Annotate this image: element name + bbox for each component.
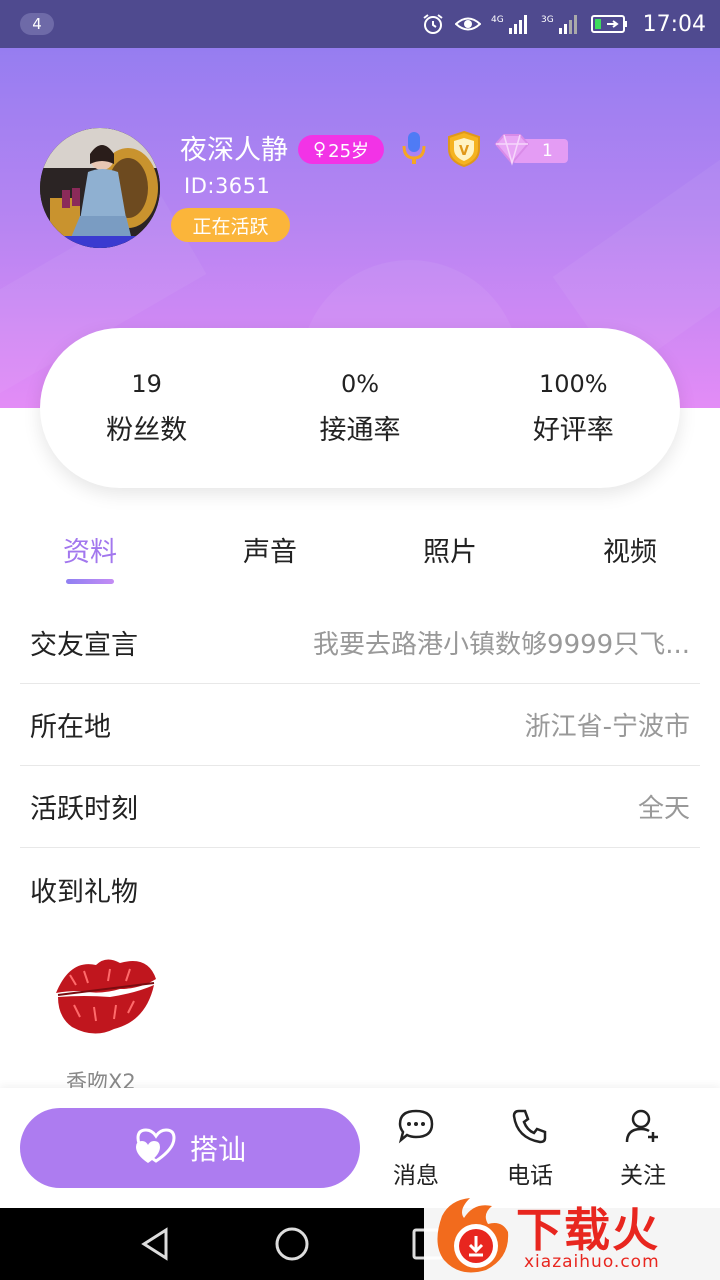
- active-status-badge: 正在活跃: [171, 208, 290, 242]
- follow-button[interactable]: 关注: [598, 1108, 688, 1192]
- signal-3g-icon: 3G: [541, 12, 581, 36]
- diamond-icon: [492, 132, 532, 170]
- info-row-location: 所在地 浙江省-宁波市: [20, 684, 700, 766]
- gender-age-badge: ♀ 25岁: [298, 135, 384, 164]
- microphone-icon: [400, 130, 428, 170]
- info-row-active-time: 活跃时刻 全天: [20, 766, 700, 848]
- home-icon[interactable]: [274, 1226, 310, 1266]
- tab-label: 资料: [63, 537, 117, 568]
- info-value: 浙江省-宁波市: [524, 712, 690, 742]
- tab-label: 声音: [243, 537, 297, 568]
- message-icon: [397, 1108, 435, 1148]
- stat-label: 好评率: [532, 414, 614, 446]
- stat-value: 19: [131, 369, 162, 398]
- chat-up-label: 搭讪: [189, 1133, 246, 1166]
- diamond-level-number: 1: [542, 141, 553, 161]
- status-time: 17:04: [642, 11, 706, 37]
- action-label: 关注: [620, 1163, 666, 1189]
- stat-value: 100%: [539, 369, 608, 398]
- notification-count-badge: 4: [20, 13, 54, 35]
- tab-photos[interactable]: 照片: [360, 530, 540, 590]
- info-label: 交友宣言: [30, 630, 138, 661]
- action-label: 电话: [507, 1163, 553, 1189]
- info-value: 全天: [637, 794, 690, 824]
- info-label: 所在地: [30, 712, 111, 743]
- female-icon: ♀: [312, 139, 327, 160]
- back-icon[interactable]: [138, 1226, 174, 1266]
- vip-shield-icon: V: [446, 130, 482, 172]
- watermark-title: 下载火: [516, 1203, 660, 1257]
- active-tab-indicator: [66, 579, 114, 584]
- gifts-title: 收到礼物: [30, 877, 138, 908]
- svg-text:V: V: [459, 144, 469, 159]
- stat-value: 0%: [340, 369, 380, 398]
- watermark-url: xiazaihuo.com: [524, 1252, 660, 1272]
- tab-label: 照片: [423, 537, 477, 568]
- kiss-lips-icon: [50, 959, 160, 1049]
- battery-icon: [590, 13, 629, 35]
- info-value: 我要去路港小镇数够9999只飞...: [313, 630, 690, 660]
- watermark: 下载火 xiazaihuo.com: [424, 1190, 720, 1280]
- stat-rating: 100% 好评率: [467, 328, 680, 488]
- alarm-icon: [421, 12, 445, 36]
- chat-up-button[interactable]: 搭讪: [20, 1108, 360, 1188]
- diamond-level-badge: 1: [492, 132, 572, 166]
- user-name: 夜深人静: [180, 135, 288, 166]
- network-type-label: 4G: [491, 15, 504, 25]
- age-label: 25岁: [328, 140, 370, 162]
- action-label: 消息: [393, 1163, 439, 1189]
- tab-profile[interactable]: 资料: [0, 530, 180, 590]
- signal-4g-icon: 4G: [491, 12, 531, 36]
- phone-button[interactable]: 电话: [485, 1108, 575, 1192]
- avatar[interactable]: [40, 128, 160, 248]
- eye-comfort-icon: [454, 13, 481, 35]
- stat-connect-rate: 0% 接通率: [253, 328, 466, 488]
- network-type-label: 3G: [541, 15, 554, 25]
- gift-item[interactable]: [50, 945, 160, 1049]
- info-label: 活跃时刻: [30, 794, 138, 825]
- phone-icon: [511, 1108, 549, 1148]
- tab-label: 视频: [603, 537, 657, 568]
- info-row-declaration[interactable]: 交友宣言 我要去路港小镇数够9999只飞...: [20, 602, 700, 684]
- flame-logo-icon: [430, 1196, 514, 1280]
- tab-videos[interactable]: 视频: [540, 530, 720, 590]
- stat-label: 粉丝数: [106, 414, 188, 446]
- hearts-icon: [134, 1125, 178, 1172]
- stat-fans[interactable]: 19 粉丝数: [40, 328, 253, 488]
- status-bar: 4 4G 3G 17:04: [0, 0, 720, 48]
- stats-card: 19 粉丝数 0% 接通率 100% 好评率: [40, 328, 680, 488]
- info-list: 交友宣言 我要去路港小镇数够9999只飞... 所在地 浙江省-宁波市 活跃时刻…: [20, 602, 700, 848]
- profile-tabs: 资料 声音 照片 视频: [0, 530, 720, 590]
- tab-voice[interactable]: 声音: [180, 530, 360, 590]
- message-button[interactable]: 消息: [371, 1108, 461, 1192]
- stat-label: 接通率: [319, 414, 401, 446]
- add-user-icon: [624, 1108, 662, 1148]
- user-id: ID:3651: [184, 174, 271, 198]
